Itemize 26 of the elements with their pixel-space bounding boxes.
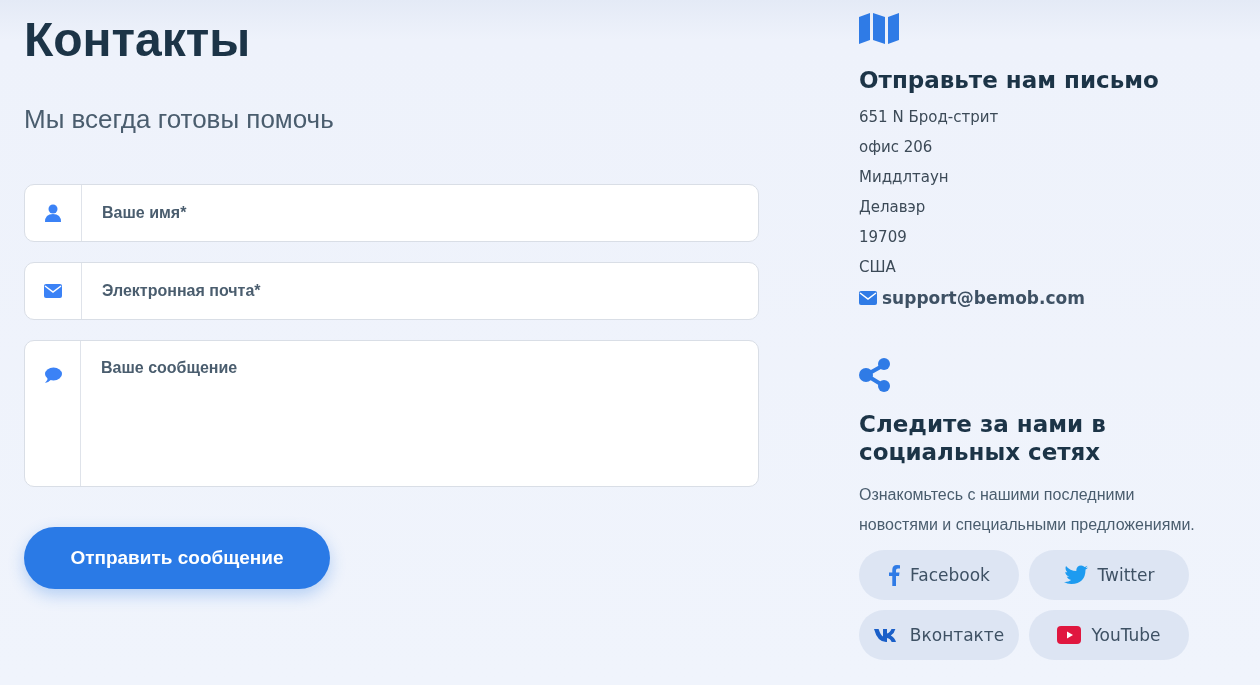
address-line: офис 206 <box>859 137 934 158</box>
page-subtitle: Мы всегда готовы помочь <box>24 104 335 134</box>
address-line: 19709 <box>859 227 908 248</box>
envelope-icon <box>44 284 62 298</box>
mail-heading: Отправьте нам письмо <box>859 66 1160 94</box>
email-address: support@bemob.com <box>882 288 1085 308</box>
address-line: Миддлтаун <box>859 167 950 188</box>
social-description: Ознакомьтесь с нашими последними новостями и специальными предложениями. <box>859 485 1196 535</box>
send-message-button[interactable]: Отправить сообщение <box>24 527 330 589</box>
share-icon <box>859 358 891 392</box>
social-link[interactable]: Вконтакте <box>859 610 1019 660</box>
envelope-icon <box>859 291 877 305</box>
play-button-icon <box>1057 626 1082 644</box>
map-icon <box>859 13 899 44</box>
social-heading: Следите за нами в социальных сетях <box>859 410 1107 466</box>
address-line: 651 N Брод-стрит <box>859 107 1000 128</box>
address-line: США <box>859 257 897 278</box>
social-link[interactable]: YouTube <box>1029 610 1189 660</box>
social-link[interactable]: Twitter <box>1029 550 1189 600</box>
address-line: Делавэр <box>859 197 927 218</box>
social-link[interactable]: Facebook <box>859 550 1019 600</box>
speech-bubble-icon <box>43 367 62 383</box>
bird-icon <box>1063 565 1088 585</box>
person-icon <box>45 204 61 222</box>
page-title: Контакты <box>24 12 252 68</box>
facebook-icon <box>888 564 901 586</box>
